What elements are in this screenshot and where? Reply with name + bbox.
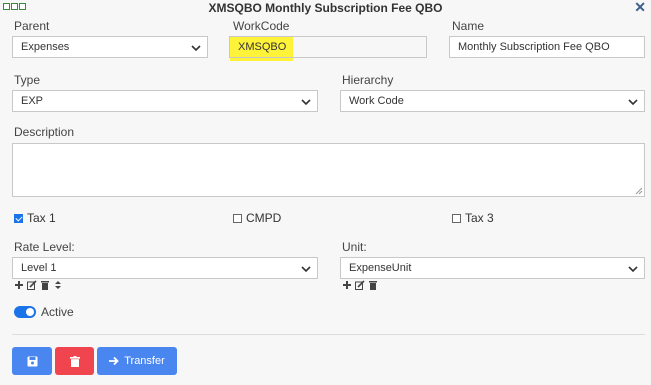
hierarchy-label: Hierarchy bbox=[342, 73, 394, 87]
type-value: EXP bbox=[21, 95, 44, 107]
sort-icon[interactable] bbox=[53, 280, 63, 290]
cmpd-checkbox[interactable]: CMPD bbox=[233, 211, 281, 225]
chevron-down-icon bbox=[301, 266, 311, 273]
transfer-button[interactable]: Transfer bbox=[97, 347, 177, 375]
cmpd-label: CMPD bbox=[246, 211, 282, 225]
tax3-label: Tax 3 bbox=[465, 211, 494, 225]
tax1-label: Tax 1 bbox=[27, 211, 56, 225]
edit-icon[interactable] bbox=[355, 280, 365, 290]
close-icon[interactable]: ✕ bbox=[634, 0, 646, 14]
edit-icon[interactable] bbox=[27, 280, 37, 290]
add-icon[interactable] bbox=[342, 280, 352, 290]
title-bar: XMSQBO Monthly Subscription Fee QBO ✕ bbox=[0, 0, 651, 16]
rate-level-value: Level 1 bbox=[21, 262, 57, 274]
resize-handle-icon[interactable] bbox=[635, 187, 643, 195]
checkbox-checked-icon bbox=[14, 213, 23, 223]
name-input[interactable]: Monthly Subscription Fee QBO bbox=[449, 36, 645, 58]
transfer-label: Transfer bbox=[124, 355, 165, 367]
chevron-down-icon bbox=[301, 99, 311, 106]
arrow-right-icon bbox=[109, 356, 119, 366]
chevron-down-icon bbox=[628, 99, 638, 106]
trash-icon[interactable] bbox=[368, 280, 378, 290]
rate-level-select[interactable]: Level 1 bbox=[12, 257, 318, 279]
add-icon[interactable] bbox=[14, 280, 24, 290]
hierarchy-value: Work Code bbox=[349, 95, 404, 107]
trash-icon[interactable] bbox=[40, 280, 50, 290]
divider bbox=[12, 334, 645, 335]
workcode-value: XMSQBO bbox=[238, 41, 287, 53]
rate-level-label: Rate Level: bbox=[14, 240, 75, 254]
workcode-input[interactable]: XMSQBO bbox=[229, 36, 427, 58]
chevron-down-icon bbox=[628, 266, 638, 273]
parent-label: Parent bbox=[14, 19, 50, 33]
rate-level-actions bbox=[14, 280, 63, 290]
description-label: Description bbox=[14, 125, 75, 139]
unit-actions bbox=[342, 280, 378, 290]
checkbox-icon bbox=[452, 213, 461, 223]
tax1-checkbox[interactable]: Tax 1 bbox=[14, 211, 56, 225]
delete-button[interactable] bbox=[55, 347, 94, 375]
parent-select[interactable]: Expenses bbox=[12, 36, 208, 58]
active-toggle[interactable] bbox=[14, 306, 36, 318]
dialog-title: XMSQBO Monthly Subscription Fee QBO bbox=[208, 1, 443, 15]
unit-value: ExpenseUnit bbox=[349, 262, 412, 274]
description-textarea[interactable] bbox=[12, 143, 645, 197]
tax3-checkbox[interactable]: Tax 3 bbox=[452, 211, 494, 225]
unit-select[interactable]: ExpenseUnit bbox=[340, 257, 645, 279]
chevron-down-icon bbox=[191, 45, 201, 52]
name-label: Name bbox=[452, 19, 485, 33]
save-icon bbox=[27, 356, 37, 366]
checkbox-icon bbox=[233, 213, 242, 223]
unit-label: Unit: bbox=[342, 240, 367, 254]
hierarchy-select[interactable]: Work Code bbox=[340, 90, 645, 112]
parent-value: Expenses bbox=[21, 41, 70, 53]
type-label: Type bbox=[14, 73, 41, 87]
type-select[interactable]: EXP bbox=[12, 90, 318, 112]
save-button[interactable] bbox=[12, 347, 52, 375]
workcode-label: WorkCode bbox=[233, 19, 290, 33]
trash-icon bbox=[69, 355, 80, 367]
active-label: Active bbox=[41, 305, 74, 319]
name-value: Monthly Subscription Fee QBO bbox=[458, 41, 610, 53]
